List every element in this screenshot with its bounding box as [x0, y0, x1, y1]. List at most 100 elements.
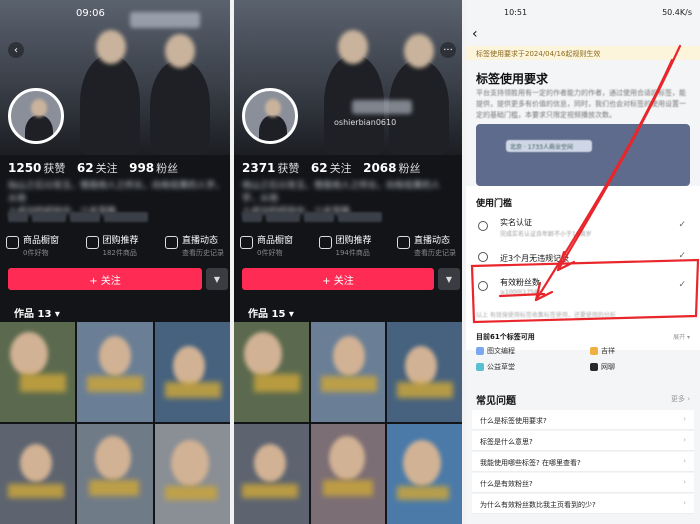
stat-followers[interactable]: 2068 粉丝 — [363, 161, 420, 175]
video-thumb[interactable] — [154, 322, 230, 422]
tag-list-row: 公益草堂 网聊 — [476, 362, 690, 372]
chevron-right-icon: › — [683, 415, 686, 423]
profile-screenshot-middle: ··· oshierbian0610 2371 获赞 62 关注 2068 粉丝 他山… — [234, 0, 462, 524]
requirement-real-name: 实名认证 完成实名认证且年龄不小于18周岁 ✓ — [472, 212, 694, 242]
status-time: 09:06 — [76, 8, 105, 19]
example-tag-pill: 北京 · 1733人商业空间 — [506, 140, 592, 152]
video-thumb[interactable] — [234, 322, 309, 422]
stat-following[interactable]: 62 关注 — [311, 161, 352, 175]
video-thumb[interactable] — [310, 424, 386, 524]
works-tab[interactable]: 作品 15 ▾ — [248, 305, 294, 320]
shortcut-live[interactable]: 直播动态 查看历史记录 — [165, 233, 224, 258]
user-handle: oshierbian0610 — [334, 118, 397, 127]
avatar[interactable] — [242, 88, 298, 144]
profile-stats: 1250 获赞 62 关注 998 粉丝 — [8, 160, 186, 176]
faq-item[interactable]: 什么是有效粉丝? › — [472, 473, 694, 493]
shortcut-group-buy[interactable]: 团购推荐 182件商品 — [85, 233, 139, 258]
faq-title: 常见问题 — [476, 396, 516, 407]
chevron-right-icon: › — [683, 457, 686, 465]
shortcut-shop-window[interactable]: 商品橱窗 0件好物 — [240, 233, 293, 258]
stat-following[interactable]: 62 关注 — [77, 161, 118, 175]
live-icon — [165, 236, 178, 249]
page-title: 标签使用要求 — [476, 72, 549, 86]
check-icon: ✓ — [678, 280, 686, 290]
more-options-icon[interactable]: ··· — [440, 42, 456, 58]
profile-tags — [8, 212, 148, 222]
profile-stats: 2371 获赞 62 关注 2068 粉丝 — [242, 160, 429, 176]
shortcut-live[interactable]: 直播动态 查看历史记录 — [397, 233, 456, 258]
back-icon[interactable]: ‹ — [472, 26, 478, 42]
id-card-icon — [478, 221, 488, 231]
banner-face — [96, 30, 126, 64]
user-icon — [478, 281, 488, 291]
chevron-right-icon: › — [683, 436, 686, 444]
example-image: 北京 · 1733人商业空间 — [476, 124, 690, 186]
faq-item[interactable]: 什么是标签使用要求? › — [472, 410, 694, 430]
follow-button[interactable]: + 关注 — [242, 268, 434, 290]
tag-icon — [476, 363, 484, 371]
blurred-region — [352, 100, 412, 114]
banner-person — [150, 60, 210, 155]
tag-requirements-screenshot: 10:51 50.4K/s ‹ 标签使用要求于2024/04/16起规则生效 标… — [466, 0, 700, 524]
profile-tags — [242, 212, 382, 222]
video-thumb[interactable] — [234, 424, 309, 524]
banner-face — [338, 30, 368, 64]
video-thumb[interactable] — [77, 424, 153, 524]
video-thumb[interactable] — [387, 424, 462, 524]
follow-button[interactable]: + 关注 — [8, 268, 202, 290]
tag-list-row: 图文编程 吉祥 — [476, 346, 690, 356]
video-thumb[interactable] — [310, 322, 386, 422]
shortcut-shop-window[interactable]: 商品橱窗 0件好物 — [6, 233, 59, 258]
notice-banner: 标签使用要求于2024/04/16起规则生效 — [466, 46, 700, 60]
faq-item[interactable]: 我能使用哪些标签? 在哪里查看? › — [472, 452, 694, 472]
profile-screenshot-left: 09:06 ‹ 1250 获赞 62 关注 998 粉丝 灿山之石以攻玉，借我他人之所… — [0, 0, 230, 524]
back-icon[interactable]: ‹ — [8, 42, 24, 58]
stat-followers[interactable]: 998 粉丝 — [129, 161, 178, 175]
shortcut-group-buy[interactable]: 团购推荐 194件商品 — [318, 233, 372, 258]
video-thumb[interactable] — [0, 322, 76, 422]
status-bar: 10:51 50.4K/s — [504, 8, 692, 17]
more-dropdown-icon[interactable]: ▼ — [438, 268, 460, 290]
chevron-right-icon: › — [683, 478, 686, 486]
avatar[interactable] — [8, 88, 64, 144]
shop-icon — [6, 236, 19, 249]
works-grid — [0, 322, 230, 524]
requirement-no-violation: 近3个月无违规记录 ✓ — [472, 243, 694, 273]
tag-item[interactable]: 图文编程 — [476, 346, 586, 356]
expand-link[interactable]: 展开 ▾ — [673, 332, 690, 341]
video-thumb[interactable] — [0, 424, 76, 524]
tag-item[interactable]: 吉祥 — [590, 346, 690, 356]
more-dropdown-icon[interactable]: ▼ — [206, 268, 228, 290]
video-thumb[interactable] — [387, 322, 462, 422]
shop-icon — [240, 236, 253, 249]
live-icon — [397, 236, 410, 249]
chevron-right-icon: › — [683, 499, 686, 507]
faq-item[interactable]: 标签是什么意思? › — [472, 431, 694, 451]
video-thumb[interactable] — [154, 424, 230, 524]
requirements-note: 以上 有效保使用标签收集标签使用，还要使用的分析 — [476, 312, 616, 319]
store-icon — [318, 236, 332, 249]
tags-available-title: 目前61个标签可用 — [476, 333, 535, 341]
banner-person — [80, 55, 140, 155]
tag-icon — [590, 363, 598, 371]
store-icon — [85, 236, 99, 249]
faq-more-link[interactable]: 更多 › — [671, 394, 690, 404]
shield-icon — [478, 252, 488, 262]
check-icon: ✓ — [678, 251, 686, 261]
works-grid — [234, 322, 462, 524]
faq-item[interactable]: 为什么有效粉丝数比我主页看到的少? › — [472, 494, 694, 514]
stat-likes[interactable]: 2371 获赞 — [242, 161, 299, 175]
tag-item[interactable]: 网聊 — [590, 362, 690, 372]
tag-item[interactable]: 公益草堂 — [476, 362, 586, 372]
page-description: 平台支持领胜用有一定的作者能力的作者，通过使用合适的标签，能提供，提供更多有价值… — [476, 89, 686, 119]
requirement-followers: 有效粉丝数 ≥1000(1758) ✓ — [472, 272, 694, 302]
profile-shortcuts: 商品橱窗 0件好物 团购推荐 194件商品 直播动态 查看历史记录 — [240, 233, 456, 258]
video-thumb[interactable] — [77, 322, 153, 422]
stat-likes[interactable]: 1250 获赞 — [8, 161, 65, 175]
check-icon: ✓ — [678, 220, 686, 230]
status-time: 10:51 — [504, 8, 528, 17]
banner-face — [404, 34, 434, 68]
profile-shortcuts: 商品橱窗 0件好物 团购推荐 182件商品 直播动态 查看历史记录 — [6, 233, 224, 258]
tag-icon — [590, 347, 598, 355]
works-tab[interactable]: 作品 13 ▾ — [14, 305, 60, 320]
